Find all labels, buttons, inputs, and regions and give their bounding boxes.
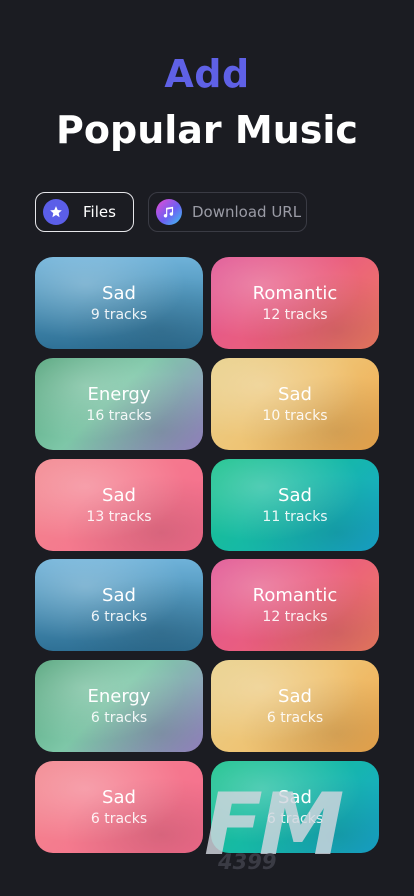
playlist-name: Sad [102,484,136,506]
playlist-track-count: 9 tracks [90,307,148,323]
playlist-card[interactable]: Energy 16 tracks [35,357,203,450]
tab-download-url[interactable]: Download URL [148,192,307,232]
playlist-track-count: 13 tracks [86,508,152,525]
tab-files[interactable]: Files [35,192,134,232]
watermark-number: 4399 [218,850,277,874]
playlist-card[interactable]: Sad 6 tracks [211,760,379,853]
playlist-card[interactable]: Romantic 12 tracks [211,257,379,349]
playlist-card[interactable]: Sad 10 tracks [211,357,379,450]
playlist-card[interactable]: Sad 13 tracks [35,458,203,551]
playlist-name: Sad [102,585,136,607]
playlist-name: Energy [87,686,151,708]
playlist-track-count: 6 tracks [90,710,148,727]
playlist-card[interactable]: Sad 6 tracks [35,559,203,652]
playlist-track-count: 6 tracks [266,810,324,827]
playlist-track-count: 12 tracks [262,609,328,626]
playlist-name: Sad [278,686,312,708]
playlist-name: Energy [87,383,151,405]
playlist-name: Romantic [252,585,338,607]
playlist-grid: Sad 9 tracks Romantic 12 tracks Energy 1… [35,257,379,853]
playlist-card[interactable]: Sad 9 tracks [35,257,203,349]
playlist-name: Sad [102,283,136,304]
playlist-track-count: 6 tracks [90,609,148,626]
playlist-name: Sad [278,484,312,506]
playlist-card[interactable]: Sad 6 tracks [211,660,379,753]
playlist-track-count: 16 tracks [86,407,152,424]
playlist-name: Sad [102,786,136,808]
playlist-card[interactable]: Romantic 12 tracks [211,559,379,652]
playlist-card[interactable]: Sad 6 tracks [35,760,203,853]
playlist-name: Romantic [252,283,338,304]
playlist-name: Sad [278,383,312,405]
playlist-name: Sad [278,786,312,808]
playlist-card[interactable]: Energy 6 tracks [35,660,203,753]
playlist-track-count: 6 tracks [266,710,324,727]
tab-files-label: Files [83,203,116,221]
page-title-accent: Add [164,52,250,96]
music-note-icon [156,199,182,225]
playlist-track-count: 12 tracks [262,307,328,323]
playlist-track-count: 6 tracks [90,810,148,827]
star-icon [43,199,69,225]
playlist-track-count: 11 tracks [262,508,328,525]
playlist-card[interactable]: Sad 11 tracks [211,458,379,551]
tab-download-url-label: Download URL [192,203,302,221]
page-title: Popular Music [56,108,358,152]
playlist-track-count: 10 tracks [262,407,328,424]
